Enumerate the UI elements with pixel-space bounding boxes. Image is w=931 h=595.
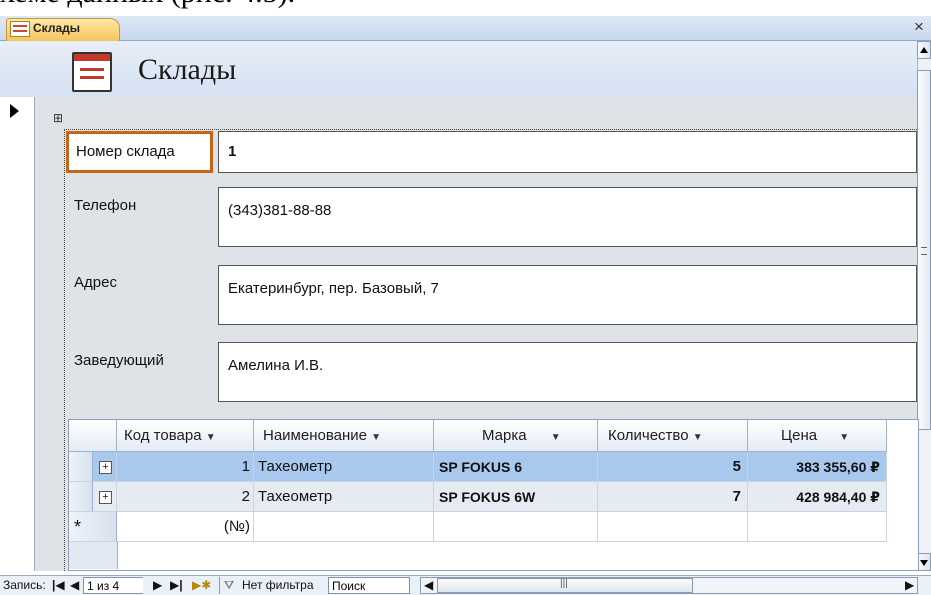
expand-plus-icon[interactable]: + [99, 491, 112, 504]
cell-brand[interactable]: SP FOKUS 6W [434, 482, 598, 512]
cell-brand[interactable]: SP FOKUS 6 [434, 452, 598, 482]
select-all-corner[interactable] [69, 420, 117, 452]
cell-name[interactable]: Тахеометр [254, 482, 434, 512]
previous-record-icon[interactable]: ◀ [70, 578, 79, 592]
new-row-code-cell[interactable]: (№) [117, 512, 254, 542]
column-header-quantity-label: Количество [608, 427, 689, 444]
layout-move-handle-icon[interactable]: ⊞ [52, 112, 64, 124]
document-caption: хеме данных (рис. 4.5). [0, 0, 295, 10]
scroll-down-button[interactable] [917, 553, 931, 571]
current-record-input[interactable]: 1 из 4 [83, 577, 143, 594]
sort-filter-dropdown-icon[interactable]: ▼ [206, 432, 216, 443]
table-row-expander[interactable]: + [93, 452, 117, 482]
last-record-icon[interactable]: ▶| [170, 578, 183, 592]
record-selector[interactable] [0, 97, 35, 571]
cell-price[interactable]: 428 984,40 ₽ [748, 482, 887, 512]
row-selector[interactable] [69, 452, 93, 482]
form-title: Склады [138, 53, 237, 86]
new-row-cell[interactable] [434, 512, 598, 542]
cell-quantity[interactable]: 7 [598, 482, 748, 512]
nav-divider [219, 577, 220, 594]
column-header-quantity[interactable]: Количество ▼ [598, 420, 748, 452]
address-label: Адрес [74, 274, 117, 291]
current-record-arrow-icon [10, 104, 19, 118]
cell-name[interactable]: Тахеометр [254, 452, 434, 482]
column-header-price-label: Цена [781, 427, 818, 444]
expand-plus-icon[interactable]: + [99, 461, 112, 474]
scroll-left-icon[interactable]: ◀ [424, 578, 433, 592]
layout-guide-top [64, 129, 917, 130]
column-header-brand[interactable]: Марка ▼ [434, 420, 598, 452]
empty-row-selector-area [69, 542, 118, 569]
row-selector[interactable] [69, 482, 93, 512]
layout-guide-left [64, 129, 65, 571]
form-header-icon [72, 52, 112, 92]
sort-filter-dropdown-icon[interactable]: ▼ [371, 432, 381, 443]
vertical-scroll-thumb[interactable] [917, 70, 931, 430]
table-row-expander[interactable]: + [93, 482, 117, 512]
next-record-icon[interactable]: ▶ [153, 578, 162, 592]
scroll-grip-icon: ||| [560, 578, 568, 589]
new-row-cell[interactable] [598, 512, 748, 542]
column-header-code-label: Код товара [124, 427, 202, 444]
cell-price[interactable]: 383 355,60 ₽ [748, 452, 887, 482]
document-tab-strip [0, 16, 931, 41]
form-icon [10, 21, 30, 37]
search-input[interactable]: Поиск [328, 577, 410, 594]
column-header-price[interactable]: Цена ▼ [748, 420, 887, 452]
column-header-name-label: Наименование [263, 427, 367, 444]
new-record-icon[interactable]: ▶✱ [192, 578, 211, 592]
new-row-cell[interactable] [748, 512, 887, 542]
sort-filter-dropdown-icon[interactable]: ▼ [693, 432, 703, 443]
new-record-marker[interactable]: * [69, 512, 117, 542]
manager-label: Заведующий [74, 352, 164, 369]
address-field[interactable]: Екатеринбург, пер. Базовый, 7 [218, 265, 917, 325]
column-header-code[interactable]: Код товара ▼ [117, 420, 254, 452]
filter-funnel-icon: ⛛ [224, 578, 235, 592]
column-header-brand-label: Марка [482, 427, 527, 444]
record-label: Запись: [3, 578, 46, 592]
new-row-cell[interactable] [254, 512, 434, 542]
warehouse-number-field[interactable]: 1 [218, 131, 917, 173]
column-header-name[interactable]: Наименование ▼ [254, 420, 434, 452]
scroll-up-button[interactable] [917, 41, 931, 59]
sort-filter-dropdown-icon[interactable]: ▼ [551, 432, 561, 443]
scroll-right-icon[interactable]: ▶ [905, 578, 914, 592]
phone-label: Телефон [74, 197, 137, 214]
tab-label: Склады [33, 21, 80, 35]
filter-status[interactable]: Нет фильтра [242, 578, 314, 592]
first-record-icon[interactable]: |◀ [52, 578, 65, 592]
phone-field[interactable]: (343)381-88-88 [218, 187, 917, 247]
cell-code[interactable]: 1 [117, 452, 254, 482]
manager-field[interactable]: Амелина И.В. [218, 342, 917, 402]
cell-quantity[interactable]: 5 [598, 452, 748, 482]
warehouse-number-label: Номер склада [66, 131, 213, 173]
sort-filter-dropdown-icon[interactable]: ▼ [839, 432, 849, 443]
cell-code[interactable]: 2 [117, 482, 254, 512]
close-icon[interactable]: × [914, 17, 924, 37]
